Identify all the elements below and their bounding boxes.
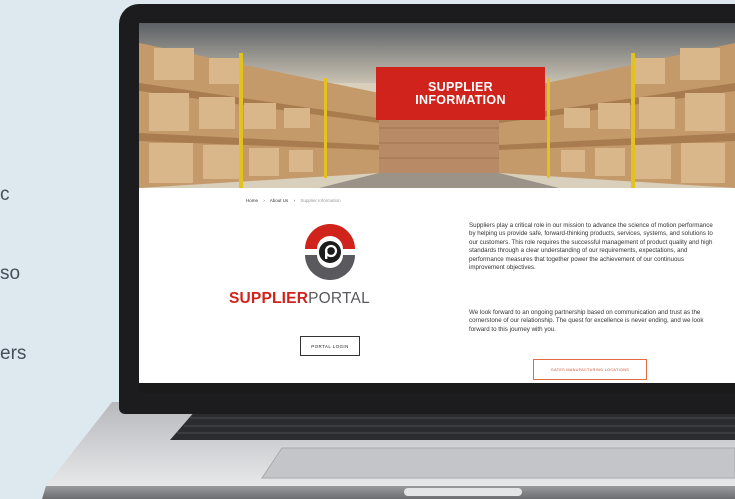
hero-title-line-2: INFORMATION [415,92,506,107]
content-paragraph-2: We look forward to an ongoing partnershi… [469,309,704,333]
content-paragraph-1: Suppliers play a critical role in our mi… [469,222,713,272]
screen-bottom-bezel [139,383,735,393]
portal-login-button[interactable]: PORTAL LOGIN [300,336,360,356]
breadcrumb-home[interactable]: Home [246,198,258,203]
breadcrumb-current: Supplier Information [300,198,341,203]
logo-text-portal: PORTAL [308,290,370,307]
logo-text-supplier: SUPPLIER [229,290,309,307]
breadcrumb-separator: › [293,198,296,203]
hero-banner: SUPPLIER INFORMATION [139,23,735,188]
hero-title-line-1: SUPPLIER [428,79,493,94]
breadcrumb: Home › About Us › Supplier Information [246,198,345,203]
supplier-portal-logo-icon [305,224,355,280]
breadcrumb-separator: › [263,198,265,203]
hero-title-badge: SUPPLIER INFORMATION [376,67,545,120]
website-screen: SUPPLIER INFORMATION Home › About Us › S… [139,23,735,393]
supplier-portal-logo-text: SUPPLIERPORTAL [229,290,370,308]
manufacturing-locations-button[interactable]: GATES MANUFACTURING LOCATIONS [533,359,647,380]
breadcrumb-about[interactable]: About Us [270,198,289,203]
